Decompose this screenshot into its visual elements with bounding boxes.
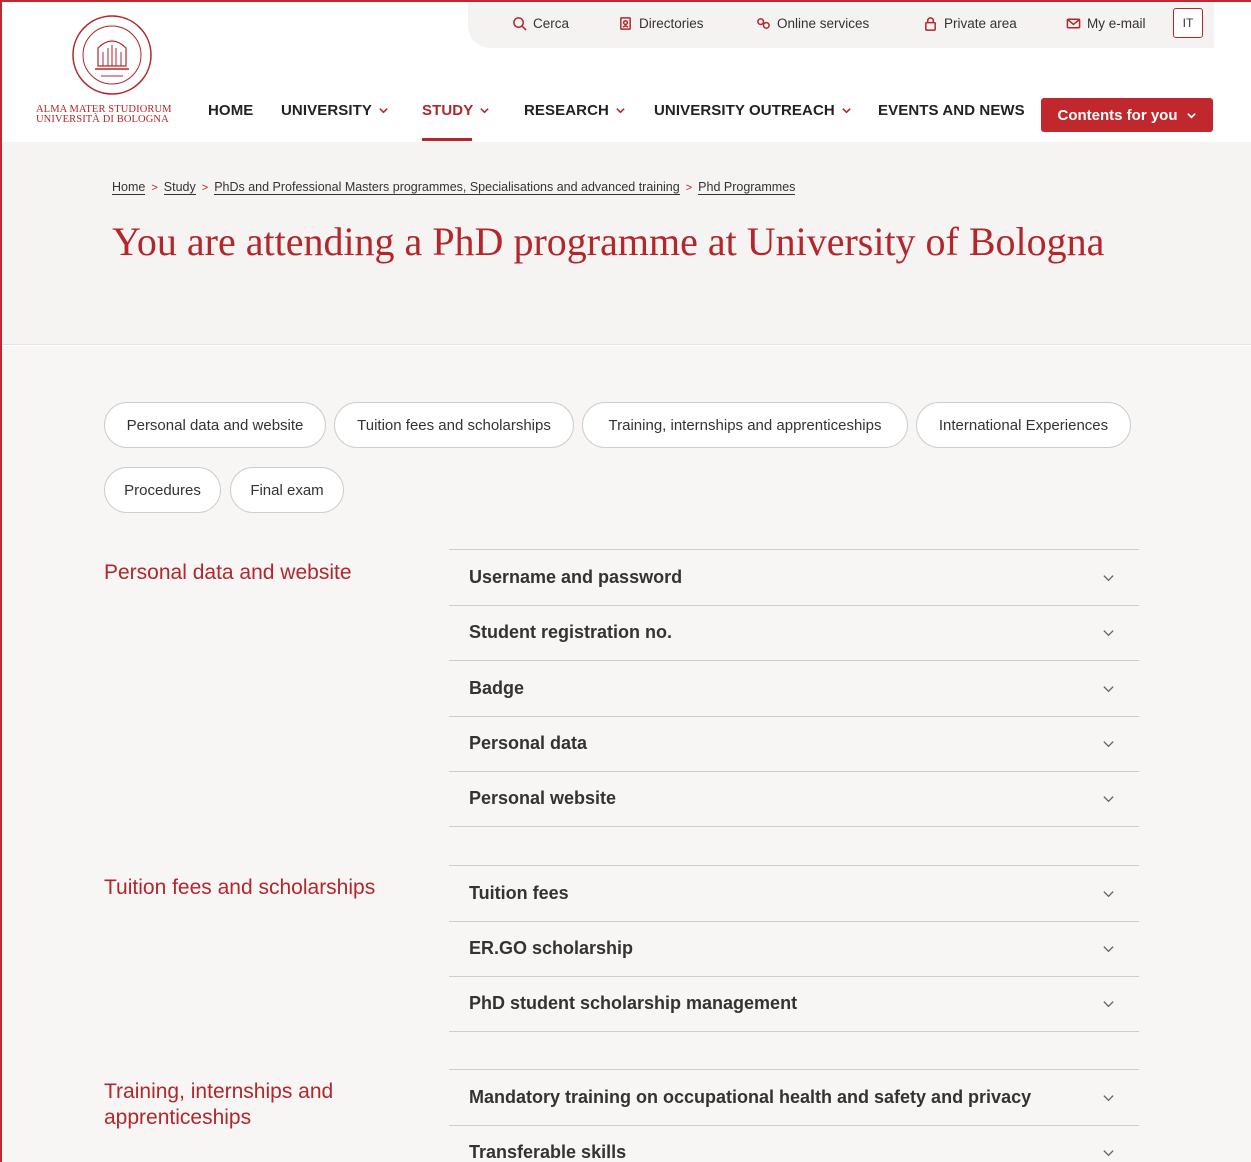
page-hero: Home > Study > PhDs and Professional Mas… <box>2 142 1251 345</box>
breadcrumb-separator: > <box>201 181 209 194</box>
nav-home[interactable]: HOME <box>208 102 253 119</box>
utility-bar: Cerca Directories Online services Privat… <box>468 2 1214 48</box>
breadcrumb-home[interactable]: Home <box>112 180 146 195</box>
section-title-personal-data: Personal data and website <box>104 561 352 584</box>
accordion-item[interactable]: Mandatory training on occupational healt… <box>449 1069 1139 1125</box>
accordion-item[interactable]: Personal website <box>449 771 1139 827</box>
site-header: ALMA MATER STUDIORUM UNIVERSITÀ DI BOLOG… <box>2 2 1251 142</box>
nav-outreach[interactable]: UNIVERSITY OUTREACH <box>654 102 852 119</box>
section-title-tuition-fees: Tuition fees and scholarships <box>104 876 376 899</box>
accordion-item-label: Personal data <box>469 733 588 754</box>
contents-for-you-label: Contents for you <box>1057 106 1178 124</box>
accordion-item[interactable]: Username and password <box>449 549 1139 605</box>
accordion-item[interactable]: Tuition fees <box>449 865 1139 921</box>
chevron-down-icon <box>842 108 851 114</box>
accordion-item[interactable]: PhD student scholarship management <box>449 976 1139 1032</box>
accordion-tuition-fees: Tuition fees ER.GO scholarship PhD stude… <box>449 865 1139 1032</box>
section-title-training: Training, internships and apprenticeship… <box>104 1080 334 1129</box>
mail-icon <box>1066 18 1081 29</box>
nav-home-label: HOME <box>208 102 254 119</box>
accordion-item[interactable]: ER.GO scholarship <box>449 920 1139 977</box>
accordion-item-label: Badge <box>469 677 525 698</box>
directory-icon <box>620 17 631 30</box>
breadcrumb-separator: > <box>151 181 158 194</box>
accordion-item[interactable]: Student registration no. <box>449 604 1139 661</box>
pill-international[interactable]: International Experiences <box>916 402 1131 448</box>
accordion-item[interactable]: Personal data <box>449 715 1139 772</box>
breadcrumb: Home > Study > PhDs and Professional Mas… <box>112 180 796 195</box>
nav-study[interactable]: STUDY <box>422 102 490 119</box>
contents-for-you-button[interactable]: Contents for you <box>1041 98 1213 132</box>
private-area-link[interactable]: Private area <box>923 16 1017 31</box>
private-area-label: Private area <box>944 16 1017 31</box>
chevron-down-icon <box>1103 741 1114 748</box>
accordion-item-label: Tuition fees <box>469 882 569 903</box>
chevron-down-icon <box>379 108 388 114</box>
page: ALMA MATER STUDIORUM UNIVERSITÀ DI BOLOG… <box>0 0 1251 1162</box>
accordion-item-label: Personal website <box>469 788 617 809</box>
directories-label: Directories <box>639 16 704 31</box>
nav-research-label: RESEARCH <box>524 102 609 119</box>
pill-final-exam[interactable]: Final exam <box>230 467 344 513</box>
seal-icon <box>72 15 152 95</box>
accordion-item[interactable]: Transferable skills <box>449 1124 1139 1162</box>
accordion-item-label: Mandatory training on occupational healt… <box>469 1086 1032 1107</box>
nav-outreach-label: UNIVERSITY OUTREACH <box>654 102 835 119</box>
nav-study-label: STUDY <box>422 102 474 119</box>
active-nav-indicator <box>422 138 472 141</box>
pill-tuition-fees[interactable]: Tuition fees and scholarships <box>334 402 574 448</box>
chevron-down-icon <box>1103 574 1114 581</box>
nav-research[interactable]: RESEARCH <box>524 102 626 119</box>
accordion-item-label: Student registration no. <box>469 622 673 643</box>
chevron-down-icon <box>1103 1001 1114 1008</box>
chevron-down-icon <box>1186 112 1196 119</box>
search-icon <box>513 17 527 31</box>
directories-link[interactable]: Directories <box>618 16 704 31</box>
email-label: My e-mail <box>1087 16 1146 31</box>
logo-line-2: UNIVERSITÀ DI BOLOGNA <box>36 114 169 125</box>
nav-university[interactable]: UNIVERSITY <box>281 102 389 119</box>
university-logo[interactable]: ALMA MATER STUDIORUM UNIVERSITÀ DI BOLOG… <box>32 14 192 125</box>
pill-procedures[interactable]: Procedures <box>104 467 221 513</box>
pill-personal-data[interactable]: Personal data and website <box>104 402 326 448</box>
chevron-down-icon <box>1103 1149 1114 1156</box>
lock-icon <box>925 17 936 31</box>
accordion-training: Mandatory training on occupational healt… <box>449 1069 1139 1162</box>
chevron-down-icon <box>1103 890 1114 897</box>
chevron-down-icon <box>1103 1094 1114 1101</box>
chevron-down-icon <box>480 108 490 114</box>
chevron-down-icon <box>616 108 625 114</box>
main-content: Personal data and website Tuition fees a… <box>2 346 1251 1162</box>
nav-university-label: UNIVERSITY <box>281 102 373 119</box>
chevron-down-icon <box>1103 685 1114 692</box>
chevron-down-icon <box>1103 946 1114 953</box>
online-services-label: Online services <box>777 16 870 31</box>
accordion-item-label: PhD student scholarship management <box>469 993 798 1014</box>
accordion-item[interactable]: Badge <box>449 660 1139 716</box>
pill-training[interactable]: Training, internships and apprenticeship… <box>582 402 908 448</box>
nav-events[interactable]: EVENTS AND NEWS <box>878 102 1025 119</box>
breadcrumb-phd-programmes[interactable]: Phd Programmes <box>698 180 796 195</box>
accordion-item-label: Username and password <box>469 566 683 587</box>
chevron-down-icon <box>1103 796 1114 803</box>
breadcrumb-phds[interactable]: PhDs and Professional Masters programmes… <box>214 180 680 195</box>
accordion-personal-data: Username and password Student registrati… <box>449 549 1139 827</box>
online-services-link[interactable]: Online services <box>756 16 869 31</box>
search-link[interactable]: Cerca <box>512 16 569 31</box>
page-title: You are attending a PhD programme at Uni… <box>112 219 1105 264</box>
breadcrumb-study[interactable]: Study <box>163 180 196 195</box>
accordion-item-label: ER.GO scholarship <box>469 938 634 959</box>
email-link[interactable]: My e-mail <box>1066 16 1146 31</box>
chevron-down-icon <box>1103 630 1114 637</box>
breadcrumb-separator: > <box>685 181 693 194</box>
accordion-item-label: Transferable skills <box>469 1141 627 1162</box>
language-switch[interactable]: IT <box>1173 8 1203 38</box>
search-label: Cerca <box>533 16 570 31</box>
nav-events-label: EVENTS AND NEWS <box>878 102 1025 119</box>
gears-icon <box>757 18 770 29</box>
